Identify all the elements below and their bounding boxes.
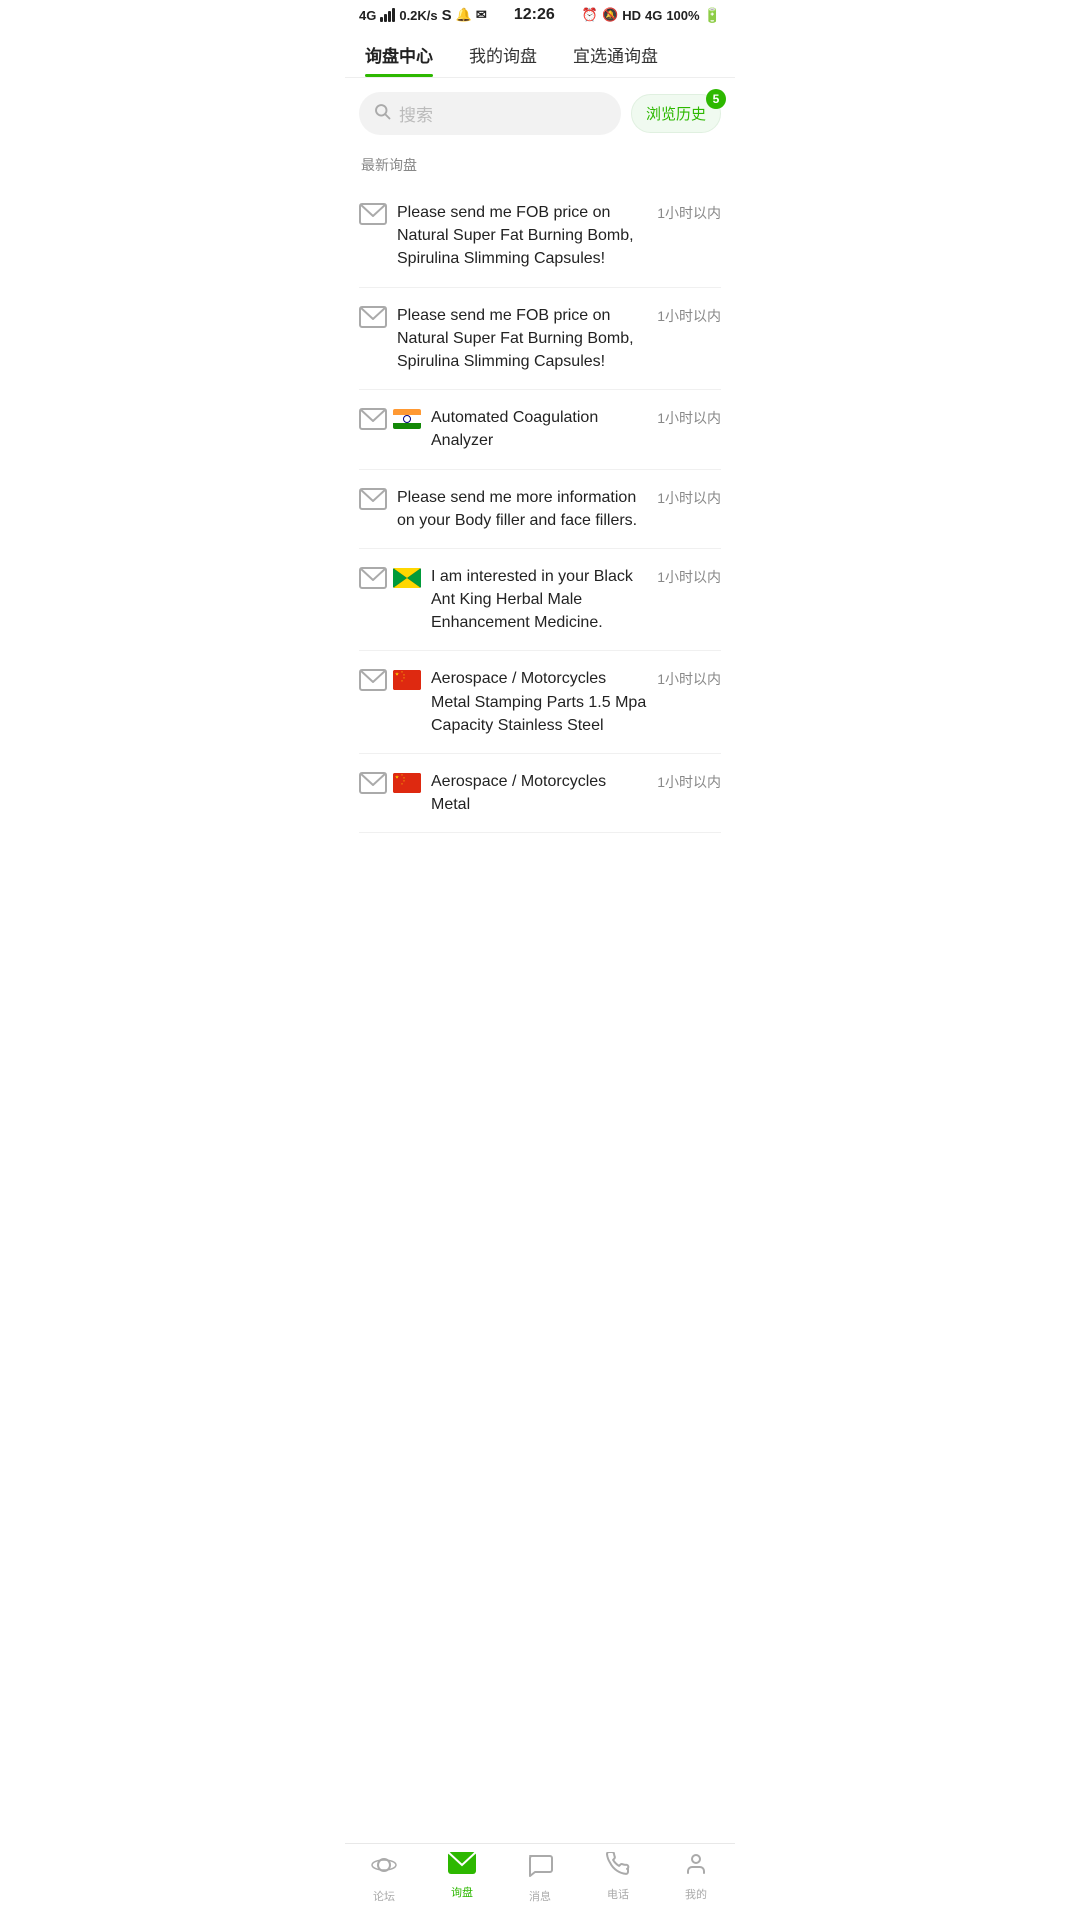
section-label: 最新询盘 [345,149,735,185]
inquiry-time: 1小时以内 [657,201,721,223]
tab-my-inquiries[interactable]: 我的询盘 [469,28,537,77]
battery-label: 100% [666,8,699,23]
planet-icon [371,1852,397,1885]
nav-mine-label: 我的 [685,1886,707,1902]
india-flag-icon [393,409,421,429]
lte-label: 4G [645,8,662,23]
inquiry-content-2: Please send me FOB price on Natural Supe… [397,304,647,374]
inquiry-text: Aerospace / Motorcycles Metal [431,773,606,813]
list-item[interactable]: I am interested in your Black Ant King H… [359,549,721,652]
inquiry-icons-3 [359,406,421,430]
tab-selected-inquiries[interactable]: 宜选通询盘 [573,28,658,77]
list-item[interactable]: Aerospace / Motorcycles Metal Stamping P… [359,651,721,754]
inquiry-text: Please send me more information on your … [397,489,637,529]
status-left: 4G 0.2K/s S 🔔 ✉ [359,7,487,24]
jamaica-flag-icon [393,568,421,588]
browse-history-label: 浏览历史 [646,103,706,124]
inquiry-content-7: Aerospace / Motorcycles Metal [431,770,647,816]
clock: 12:26 [514,6,555,24]
inquiry-content-6: Aerospace / Motorcycles Metal Stamping P… [431,667,647,737]
signal-bars [380,8,395,22]
inquiry-mail-icon [448,1852,476,1881]
bottom-nav: 论坛 询盘 消息 电话 [345,1843,735,1920]
inquiry-icons-6 [359,667,421,691]
nav-phone[interactable]: 电话 [579,1852,657,1904]
mail-icon [359,488,387,510]
mail-icon [359,772,387,794]
inquiry-time: 1小时以内 [657,565,721,587]
phone-icon [606,1852,630,1883]
chat-icon [527,1852,553,1885]
tab-bar: 询盘中心 我的询盘 宜选通询盘 [345,28,735,78]
alarm-icon: ⏰ [582,7,598,23]
mail-icon [359,306,387,328]
inquiry-time: 1小时以内 [657,667,721,689]
search-icon [373,102,391,125]
list-item[interactable]: Automated Coagulation Analyzer 1小时以内 [359,390,721,469]
nav-inquiry-label: 询盘 [451,1884,473,1900]
no-sound-icon: 🔕 [602,7,618,23]
nav-mine[interactable]: 我的 [657,1852,735,1904]
inquiry-list: Please send me FOB price on Natural Supe… [345,185,735,833]
mail-icon [359,669,387,691]
tab-inquiry-center[interactable]: 询盘中心 [365,28,433,77]
list-item[interactable]: Please send me FOB price on Natural Supe… [359,185,721,288]
inquiry-icons-4 [359,486,387,510]
mail-icon [359,408,387,430]
nav-forum[interactable]: 论坛 [345,1852,423,1904]
main-content: 搜索 浏览历史 5 最新询盘 Please send me FOB price … [345,78,735,913]
app-icon-s: S [442,7,452,24]
status-bar: 4G 0.2K/s S 🔔 ✉ 12:26 ⏰ 🔕 HD 4G 100% 🔋 [345,0,735,28]
search-row: 搜索 浏览历史 5 [345,78,735,149]
china-flag-icon [393,670,421,690]
inquiry-icons-2 [359,304,387,328]
mail-status-icon: ✉ [476,7,487,23]
bell-icon: 🔔 [456,7,472,23]
inquiry-content-4: Please send me more information on your … [397,486,647,532]
inquiry-icons-5 [359,565,421,589]
inquiry-text: I am interested in your Black Ant King H… [431,568,633,631]
inquiry-content-3: Automated Coagulation Analyzer [431,406,647,452]
status-right: ⏰ 🔕 HD 4G 100% 🔋 [582,7,721,24]
inquiry-time: 1小时以内 [657,486,721,508]
battery-icon: 🔋 [704,7,721,24]
browse-history-badge: 5 [706,89,726,109]
inquiry-time: 1小时以内 [657,304,721,326]
mail-icon [359,203,387,225]
nav-message[interactable]: 消息 [501,1852,579,1904]
list-item[interactable]: Aerospace / Motorcycles Metal 1小时以内 [359,754,721,833]
search-placeholder: 搜索 [399,101,433,126]
nav-forum-label: 论坛 [373,1888,395,1904]
person-icon [684,1852,708,1883]
list-item[interactable]: Please send me FOB price on Natural Supe… [359,288,721,391]
search-box[interactable]: 搜索 [359,92,621,135]
nav-phone-label: 电话 [607,1886,629,1902]
inquiry-icons-1 [359,201,387,225]
nav-message-label: 消息 [529,1888,551,1904]
inquiry-time: 1小时以内 [657,406,721,428]
nav-inquiry[interactable]: 询盘 [423,1852,501,1904]
inquiry-text: Please send me FOB price on Natural Supe… [397,307,634,370]
inquiry-icons-7 [359,770,421,794]
inquiry-content-5: I am interested in your Black Ant King H… [431,565,647,635]
china-flag-icon-2 [393,773,421,793]
hd-label: HD [622,8,641,23]
inquiry-text: Automated Coagulation Analyzer [431,409,598,449]
inquiry-time: 1小时以内 [657,770,721,792]
speed-label: 0.2K/s [399,8,437,23]
inquiry-text: Please send me FOB price on Natural Supe… [397,204,634,267]
inquiry-text: Aerospace / Motorcycles Metal Stamping P… [431,670,646,733]
inquiry-content-1: Please send me FOB price on Natural Supe… [397,201,647,271]
list-item[interactable]: Please send me more information on your … [359,470,721,549]
browse-history-button[interactable]: 浏览历史 5 [631,94,721,133]
mail-icon [359,567,387,589]
network-label: 4G [359,8,376,23]
